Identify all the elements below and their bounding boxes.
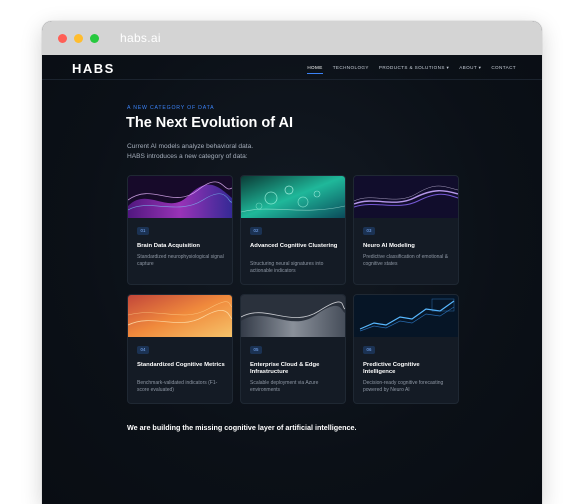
browser-window: habs.ai HABS HOME TECHNOLOGY PRODUCTS & … bbox=[42, 21, 542, 504]
card-brain-data-acquisition[interactable]: 01 Brain Data Acquisition Standardized n… bbox=[127, 175, 233, 285]
browser-titlebar: habs.ai bbox=[42, 21, 542, 55]
address-bar[interactable]: habs.ai bbox=[120, 31, 161, 45]
page-title: The Next Evolution of AI bbox=[126, 115, 294, 131]
card-title: Standardized Cognitive Metrics bbox=[137, 362, 225, 368]
violet-light-wave-image bbox=[354, 176, 458, 218]
card-description: Decision-ready cognitive forecasting pow… bbox=[363, 380, 444, 393]
card-number: 02 bbox=[250, 227, 262, 235]
card-title: Advanced Cognitive Clustering bbox=[250, 243, 338, 249]
intro-line-2: HABS introduces a new category of data: bbox=[127, 153, 248, 160]
minimize-window-button[interactable] bbox=[74, 34, 83, 43]
card-number: 06 bbox=[363, 346, 375, 354]
nav-about-link[interactable]: ABOUT ▾ bbox=[459, 65, 481, 71]
intro-line-1: Current AI models analyze behavioral dat… bbox=[127, 143, 254, 150]
card-number: 04 bbox=[137, 346, 149, 354]
card-neuro-ai-modeling[interactable]: 03 Neuro AI Modeling Predictive classifi… bbox=[353, 175, 459, 285]
card-predictive-cognitive-intelligence[interactable]: 06 Predictive Cognitive Intelligence Dec… bbox=[353, 294, 459, 404]
card-title: Enterprise Cloud & Edge Infrastructure bbox=[250, 362, 320, 375]
purple-neural-wave-image bbox=[128, 176, 232, 218]
card-description: Predictive classification of emotional &… bbox=[363, 254, 449, 267]
closing-statement: We are building the missing cognitive la… bbox=[127, 423, 357, 432]
card-title: Neuro AI Modeling bbox=[363, 243, 415, 249]
site-nav: HABS HOME TECHNOLOGY PRODUCTS & SOLUTION… bbox=[42, 55, 542, 80]
blue-data-chart-image bbox=[354, 295, 458, 337]
section-eyebrow: A NEW CATEGORY OF DATA bbox=[127, 105, 215, 111]
intro-text: Current AI models analyze behavioral dat… bbox=[127, 142, 253, 162]
close-window-button[interactable] bbox=[58, 34, 67, 43]
teal-bubbles-image bbox=[241, 176, 345, 218]
card-title: Predictive Cognitive Intelligence bbox=[363, 362, 420, 375]
nav-products-link[interactable]: PRODUCTS & SOLUTIONS ▾ bbox=[379, 65, 449, 71]
card-description: Standardized neurophysiological signal c… bbox=[137, 254, 224, 267]
web-page: HABS HOME TECHNOLOGY PRODUCTS & SOLUTION… bbox=[42, 55, 542, 504]
card-number: 03 bbox=[363, 227, 375, 235]
habs-logo[interactable]: HABS bbox=[72, 61, 115, 76]
orange-flow-image bbox=[128, 295, 232, 337]
card-standardized-cognitive-metrics[interactable]: 04 Standardized Cognitive Metrics Benchm… bbox=[127, 294, 233, 404]
card-title: Brain Data Acquisition bbox=[137, 243, 200, 249]
silver-waves-image bbox=[241, 295, 345, 337]
nav-technology-link[interactable]: TECHNOLOGY bbox=[333, 65, 369, 71]
maximize-window-button[interactable] bbox=[90, 34, 99, 43]
card-number: 05 bbox=[250, 346, 262, 354]
card-advanced-cognitive-clustering[interactable]: 02 Advanced Cognitive Clustering Structu… bbox=[240, 175, 346, 285]
card-description: Scalable deployment via Azure environmen… bbox=[250, 380, 319, 393]
nav-home-link[interactable]: HOME bbox=[307, 65, 324, 74]
nav-links: HOME TECHNOLOGY PRODUCTS & SOLUTIONS ▾ A… bbox=[307, 65, 516, 74]
card-number: 01 bbox=[137, 227, 149, 235]
nav-contact-link[interactable]: CONTACT bbox=[491, 65, 516, 71]
card-description: Structuring neural signatures into actio… bbox=[250, 261, 324, 274]
card-description: Benchmark-validated indicators (F1-score… bbox=[137, 380, 218, 393]
card-enterprise-cloud-edge[interactable]: 05 Enterprise Cloud & Edge Infrastructur… bbox=[240, 294, 346, 404]
